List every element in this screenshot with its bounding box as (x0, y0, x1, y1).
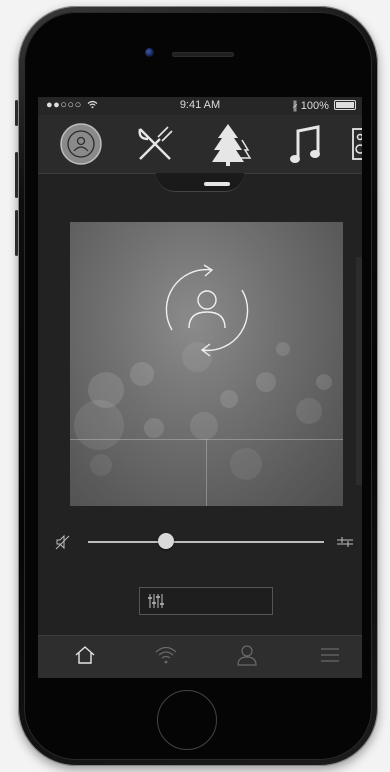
mute-switch (15, 100, 18, 126)
trees-icon[interactable] (208, 122, 254, 171)
speaker-icon[interactable] (352, 127, 362, 166)
battery-icon (334, 100, 356, 110)
menu-icon[interactable] (320, 644, 340, 666)
wifi-icon[interactable] (154, 644, 178, 666)
front-camera (145, 48, 154, 57)
music-note-icon[interactable] (288, 125, 322, 170)
cover-image (70, 222, 343, 506)
volume-slider-thumb[interactable] (157, 533, 174, 549)
home-hardware-button[interactable] (157, 690, 217, 750)
drawer-tab[interactable] (156, 173, 244, 192)
volume-down-key (15, 210, 18, 256)
top-category-nav (38, 115, 362, 174)
volume-control (38, 527, 362, 557)
scroll-track[interactable] (356, 257, 362, 485)
fork-knife-icon[interactable] (134, 123, 176, 170)
battery-status: ∦ 100% (292, 99, 356, 112)
equalizer-icon (148, 594, 164, 608)
volume-slider-track[interactable] (88, 541, 324, 543)
bottom-tab-bar (38, 635, 362, 678)
slider-settings-icon[interactable] (336, 536, 354, 548)
home-icon[interactable] (74, 644, 96, 666)
drawer-handle[interactable] (204, 182, 230, 186)
status-bar: ●●○○○ 9:41 AM ∦ 100% (38, 97, 362, 115)
person-icon[interactable] (236, 644, 258, 666)
volume-up-key (15, 152, 18, 198)
bluetooth-icon: ∦ (292, 100, 298, 112)
profile-sync-icon[interactable] (58, 121, 104, 172)
photo-grid-line (206, 439, 207, 506)
equalizer-button[interactable] (139, 587, 273, 615)
mute-icon[interactable] (55, 534, 71, 550)
profile-sync-icon[interactable] (160, 262, 254, 358)
app-screen: ●●○○○ 9:41 AM ∦ 100% (38, 97, 362, 678)
battery-percent: 100% (300, 100, 329, 112)
earpiece-speaker (172, 52, 234, 57)
